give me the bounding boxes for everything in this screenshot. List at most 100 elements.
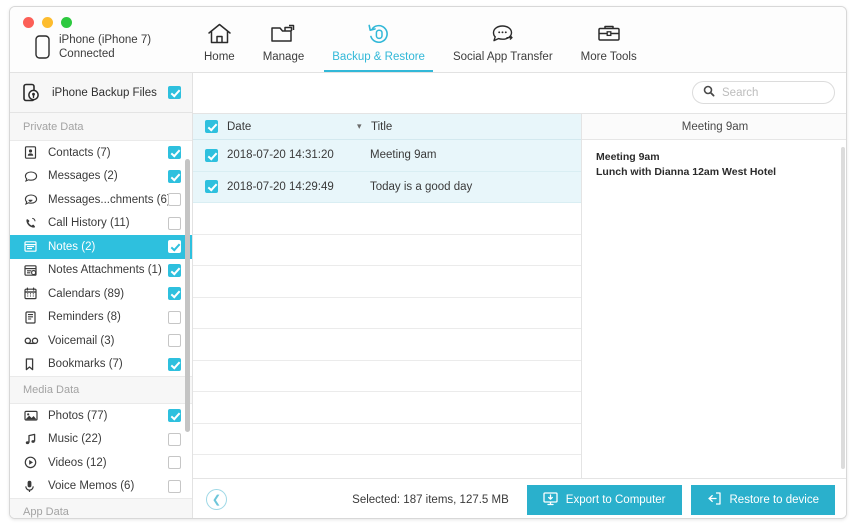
phone-call-icon (24, 217, 41, 230)
row-checkbox[interactable] (205, 148, 218, 162)
row-checkbox[interactable] (205, 180, 218, 194)
content-area: Date ▾ Title 2018-07-20 14:31:20 Meeting… (193, 114, 846, 478)
notes-list-pane: Date ▾ Title 2018-07-20 14:31:20 Meeting… (193, 114, 582, 478)
sidebar-item-messages[interactable]: Messages (2) (10, 165, 192, 189)
row-title: Meeting 9am (370, 149, 437, 162)
sidebar-item-voicemail[interactable]: Voicemail (3) (10, 329, 192, 353)
table-row-empty (193, 361, 581, 392)
sidebar-item-label-notes: Notes (2) (48, 240, 96, 253)
sidebar-checkbox-voice-memos[interactable] (168, 479, 181, 493)
export-to-computer-button[interactable]: Export to Computer (526, 484, 682, 515)
sidebar-item-label-reminders: Reminders (8) (48, 311, 121, 324)
device-name: iPhone (iPhone 7) (59, 34, 152, 46)
search-icon (703, 84, 715, 102)
device-text: iPhone (iPhone 7) Connected (59, 33, 151, 62)
sidebar-item-videos[interactable]: Videos (12) (10, 451, 192, 475)
sidebar-header-backup-files[interactable]: iPhone Backup Files (10, 73, 192, 113)
sidebar-checkbox-notes[interactable] (168, 240, 181, 254)
sidebar-checkbox-call-history[interactable] (168, 216, 181, 230)
sidebar-item-reminders[interactable]: Reminders (8) (10, 306, 192, 330)
sidebar-item-label-calendars: Calendars (89) (48, 287, 125, 300)
table-row[interactable]: 2018-07-20 14:31:20 Meeting 9am (193, 140, 581, 172)
sidebar-checkbox-bookmarks[interactable] (168, 357, 181, 371)
nav-label-home: Home (204, 51, 235, 63)
sidebar-item-voice-memos[interactable]: Voice Memos (6) (10, 475, 192, 499)
maximize-window-button[interactable] (61, 17, 72, 28)
chevron-left-icon: ❮ (211, 494, 222, 506)
sidebar-checkbox-music[interactable] (168, 432, 181, 446)
sidebar-header-checkbox[interactable] (168, 86, 181, 99)
table-row-empty (193, 424, 581, 455)
back-button[interactable]: ❮ (206, 489, 227, 510)
sidebar-scroll-area: Private Data Contacts (7) Messages (2) M… (10, 113, 192, 518)
contact-card-icon (24, 146, 41, 160)
sidebar-checkbox-photos[interactable] (168, 409, 181, 423)
sidebar-item-messages-attachments[interactable]: Messages...chments (6) (10, 188, 192, 212)
sidebar-item-notes[interactable]: Notes (2) (10, 235, 192, 259)
select-all-checkbox[interactable] (205, 120, 218, 133)
column-header-date[interactable]: Date (227, 121, 357, 133)
home-icon (207, 20, 232, 47)
video-play-icon (24, 456, 41, 469)
nav-label-social-app-transfer: Social App Transfer (452, 51, 553, 63)
nav-label-manage: Manage (262, 51, 305, 63)
sidebar-item-notes-attachments[interactable]: Notes Attachments (1) (10, 259, 192, 283)
nav-label-more-tools: More Tools (580, 51, 637, 63)
sidebar-item-bookmarks[interactable]: Bookmarks (7) (10, 353, 192, 377)
column-header-title[interactable]: Title (371, 121, 392, 133)
sidebar-scrollbar-thumb[interactable] (185, 159, 190, 432)
sidebar-checkbox-voicemail[interactable] (168, 334, 181, 348)
nav-item-manage[interactable]: Manage (249, 13, 319, 72)
nav-item-social-app-transfer[interactable]: Social App Transfer (439, 13, 567, 72)
preview-pane: Meeting 9am Meeting 9am Lunch with Diann… (582, 114, 846, 478)
sidebar-checkbox-contacts[interactable] (168, 146, 181, 160)
minimize-window-button[interactable] (42, 17, 53, 28)
main-toolbar: Search (193, 73, 846, 114)
calendar-icon (24, 287, 41, 300)
nav-label-backup-restore: Backup & Restore (332, 51, 425, 63)
message-bubble-icon (24, 170, 41, 183)
sidebar-checkbox-calendars[interactable] (168, 287, 181, 301)
restore-to-device-button[interactable]: Restore to device (690, 484, 835, 515)
sidebar-item-call-history[interactable]: Call History (11) (10, 212, 192, 236)
device-status: Connected (59, 48, 115, 61)
sidebar-item-label-contacts: Contacts (7) (48, 146, 111, 159)
close-window-button[interactable] (23, 17, 34, 28)
preview-scrollbar-thumb[interactable] (841, 147, 845, 469)
sidebar-item-contacts[interactable]: Contacts (7) (10, 141, 192, 165)
search-input[interactable]: Search (692, 81, 835, 104)
table-row-empty (193, 203, 581, 235)
nav-item-home[interactable]: Home (190, 13, 249, 72)
notes-icon (24, 240, 41, 253)
table-row[interactable]: 2018-07-20 14:29:49 Today is a good day (193, 171, 581, 203)
bookmark-icon (24, 358, 41, 371)
sidebar-item-photos[interactable]: Photos (77) (10, 404, 192, 428)
nav-item-backup-restore[interactable]: Backup & Restore (318, 13, 439, 72)
nav-item-more-tools[interactable]: More Tools (567, 13, 651, 72)
photo-icon (24, 409, 41, 422)
app-window: iPhone (iPhone 7) Connected Home Manage … (9, 6, 847, 519)
restore-circle-icon (366, 20, 392, 47)
table-row-empty (193, 455, 581, 478)
sidebar-checkbox-messages-attachments[interactable] (168, 193, 181, 207)
sidebar-item-label-music: Music (22) (48, 433, 102, 446)
sidebar-item-label-videos: Videos (12) (48, 456, 107, 469)
sidebar-item-calendars[interactable]: Calendars (89) (10, 282, 192, 306)
main-nav: Home Manage Backup & Restore Social App … (190, 13, 651, 73)
sidebar-section-private-data: Private Data (10, 113, 192, 141)
chevron-down-icon[interactable]: ▾ (357, 121, 371, 132)
voicemail-icon (24, 334, 41, 347)
sidebar-checkbox-messages[interactable] (168, 169, 181, 183)
reminders-icon (24, 311, 41, 324)
sidebar-item-label-notes-attachments: Notes Attachments (1) (48, 264, 162, 277)
row-date: 2018-07-20 14:31:20 (227, 149, 334, 162)
sidebar-item-music[interactable]: Music (22) (10, 428, 192, 452)
sidebar-checkbox-reminders[interactable] (168, 310, 181, 324)
sidebar-checkbox-notes-attachments[interactable] (168, 263, 181, 277)
sidebar-item-label-voicemail: Voicemail (3) (48, 334, 115, 347)
microphone-icon (24, 480, 41, 493)
table-row-empty (193, 235, 581, 266)
export-to-computer-label: Export to Computer (565, 493, 666, 506)
sidebar: iPhone Backup Files Private Data Contact… (10, 73, 193, 518)
sidebar-checkbox-videos[interactable] (168, 456, 181, 470)
